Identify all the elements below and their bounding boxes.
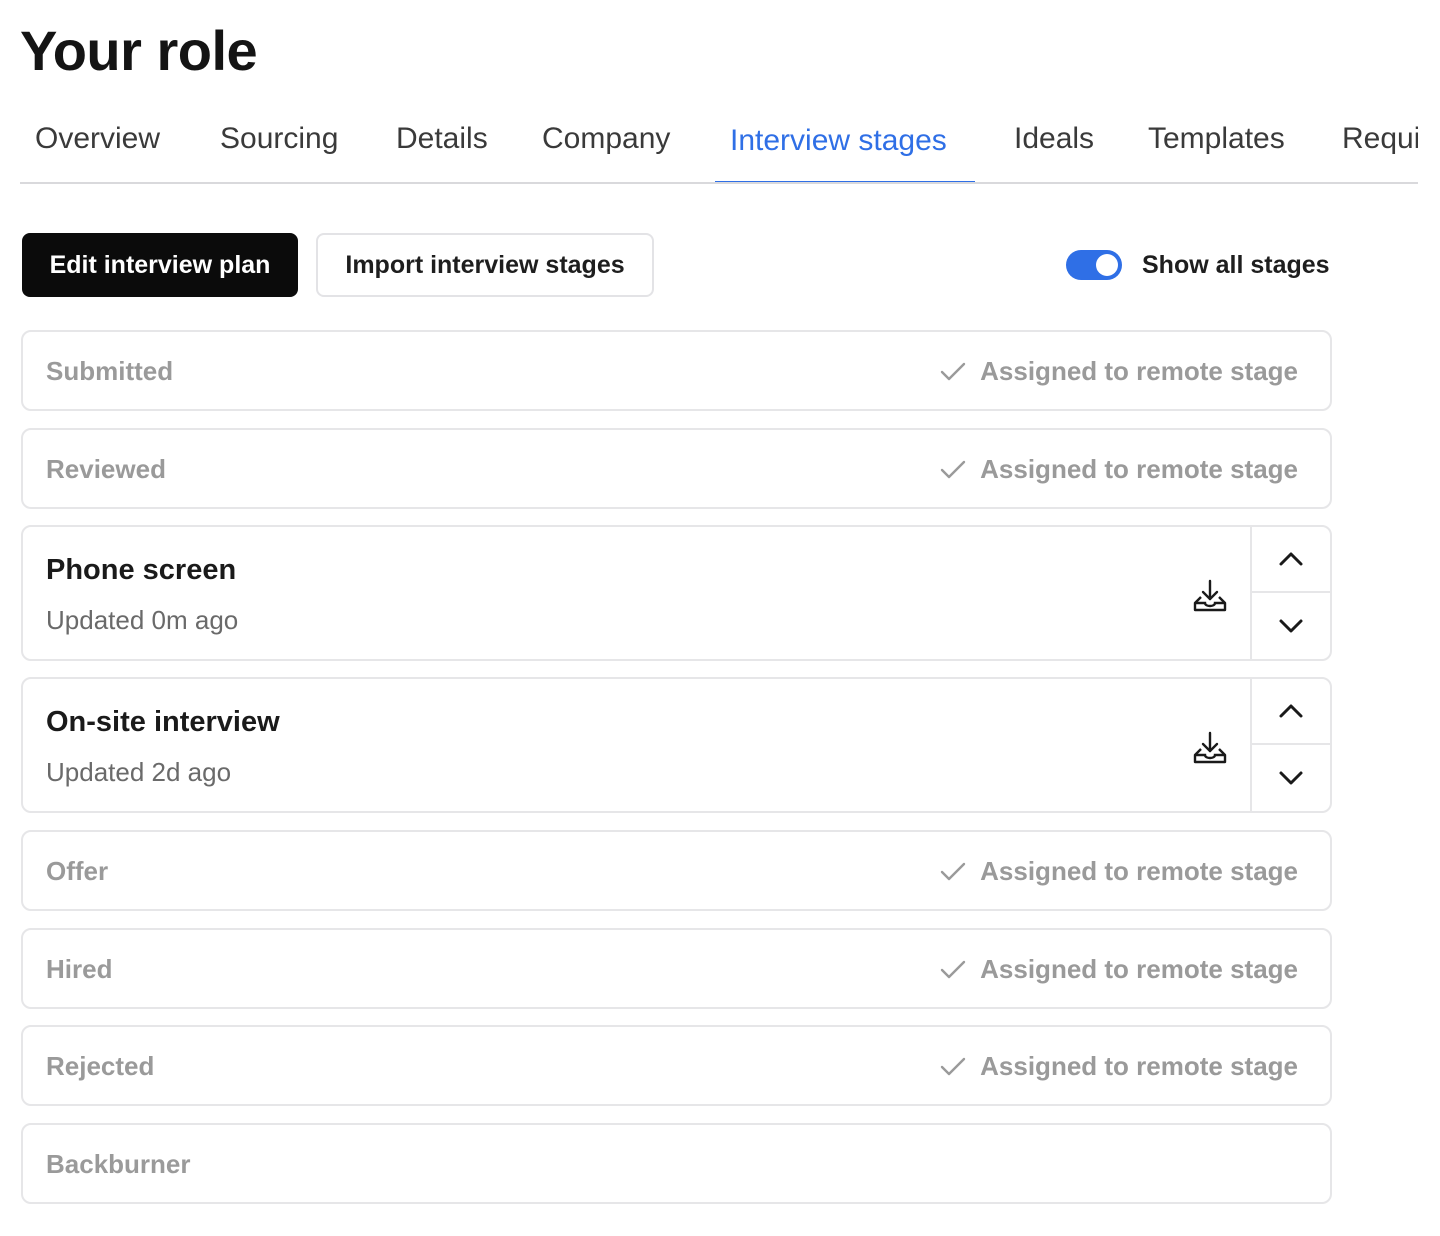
- stage-name: Submitted: [46, 356, 174, 386]
- stage-name: Backburner: [46, 1149, 191, 1179]
- toggle-knob: [1096, 254, 1118, 276]
- move-down-button[interactable]: [1252, 593, 1330, 659]
- page-title: Your role: [20, 19, 258, 82]
- stage-assigned-status: Assigned to remote stage: [940, 1051, 1298, 1082]
- chevron-down-icon: [1279, 619, 1303, 633]
- chevron-down-icon: [1279, 771, 1303, 785]
- move-up-button[interactable]: [1252, 679, 1330, 745]
- stage-assigned-status: Assigned to remote stage: [940, 454, 1298, 485]
- stage-row-on-site-interview[interactable]: On-site interview Updated 2d ago: [21, 677, 1332, 813]
- stage-name: On-site interview: [46, 706, 280, 738]
- stage-name: Hired: [46, 954, 113, 984]
- stage-name: Phone screen: [46, 554, 237, 586]
- stage-row-offer: Offer Assigned to remote stage: [21, 830, 1332, 911]
- stage-row-backburner: Backburner: [21, 1123, 1332, 1204]
- tab-details[interactable]: Details: [396, 108, 488, 182]
- stage-assigned-status: Assigned to remote stage: [940, 356, 1298, 387]
- move-down-button[interactable]: [1252, 745, 1330, 811]
- tab-sourcing[interactable]: Sourcing: [220, 108, 338, 182]
- check-icon: [940, 362, 966, 380]
- active-tab-indicator: [715, 181, 975, 182]
- tab-overview[interactable]: Overview: [35, 108, 160, 182]
- stage-row-phone-screen[interactable]: Phone screen Updated 0m ago: [21, 525, 1332, 661]
- assigned-text: Assigned to remote stage: [980, 856, 1298, 886]
- move-up-button[interactable]: [1252, 527, 1330, 593]
- import-icon[interactable]: [1191, 577, 1229, 615]
- tab-company[interactable]: Company: [542, 108, 670, 182]
- stage-row-submitted: Submitted Assigned to remote stage: [21, 330, 1332, 411]
- page: Your role Overview Sourcing Details Comp…: [0, 0, 1440, 1236]
- tab-ideals[interactable]: Ideals: [1014, 108, 1094, 182]
- tab-interview-stages[interactable]: Interview stages: [730, 110, 947, 182]
- assigned-text: Assigned to remote stage: [980, 1051, 1298, 1081]
- stage-name: Offer: [46, 856, 109, 886]
- chevron-up-icon: [1279, 704, 1303, 718]
- stage-row-hired: Hired Assigned to remote stage: [21, 928, 1332, 1009]
- stage-updated-time: Updated 0m ago: [46, 605, 239, 635]
- show-all-stages-toggle[interactable]: [1066, 250, 1122, 280]
- assigned-text: Assigned to remote stage: [980, 454, 1298, 484]
- stage-name: Rejected: [46, 1051, 155, 1081]
- tab-templates[interactable]: Templates: [1148, 108, 1285, 182]
- stage-assigned-status: Assigned to remote stage: [940, 954, 1298, 985]
- stage-row-reviewed: Reviewed Assigned to remote stage: [21, 428, 1332, 509]
- edit-interview-plan-button[interactable]: Edit interview plan: [22, 233, 298, 297]
- check-icon: [940, 862, 966, 880]
- check-icon: [940, 1057, 966, 1075]
- assigned-text: Assigned to remote stage: [980, 356, 1298, 386]
- stage-assigned-status: Assigned to remote stage: [940, 856, 1298, 887]
- show-all-stages-control: Show all stages: [1066, 250, 1330, 280]
- assigned-text: Assigned to remote stage: [980, 954, 1298, 984]
- stage-updated-time: Updated 2d ago: [46, 757, 232, 787]
- import-interview-stages-button[interactable]: Import interview stages: [316, 233, 654, 297]
- stage-name: Reviewed: [46, 454, 166, 484]
- show-all-stages-label: Show all stages: [1142, 250, 1330, 279]
- reorder-controls: [1250, 679, 1330, 811]
- check-icon: [940, 960, 966, 978]
- reorder-controls: [1250, 527, 1330, 659]
- tab-bar: Overview Sourcing Details Company Interv…: [20, 108, 1418, 184]
- import-icon[interactable]: [1191, 729, 1229, 767]
- check-icon: [940, 460, 966, 478]
- stage-row-rejected: Rejected Assigned to remote stage: [21, 1025, 1332, 1106]
- chevron-up-icon: [1279, 552, 1303, 566]
- tab-requirements[interactable]: Requi: [1342, 108, 1418, 182]
